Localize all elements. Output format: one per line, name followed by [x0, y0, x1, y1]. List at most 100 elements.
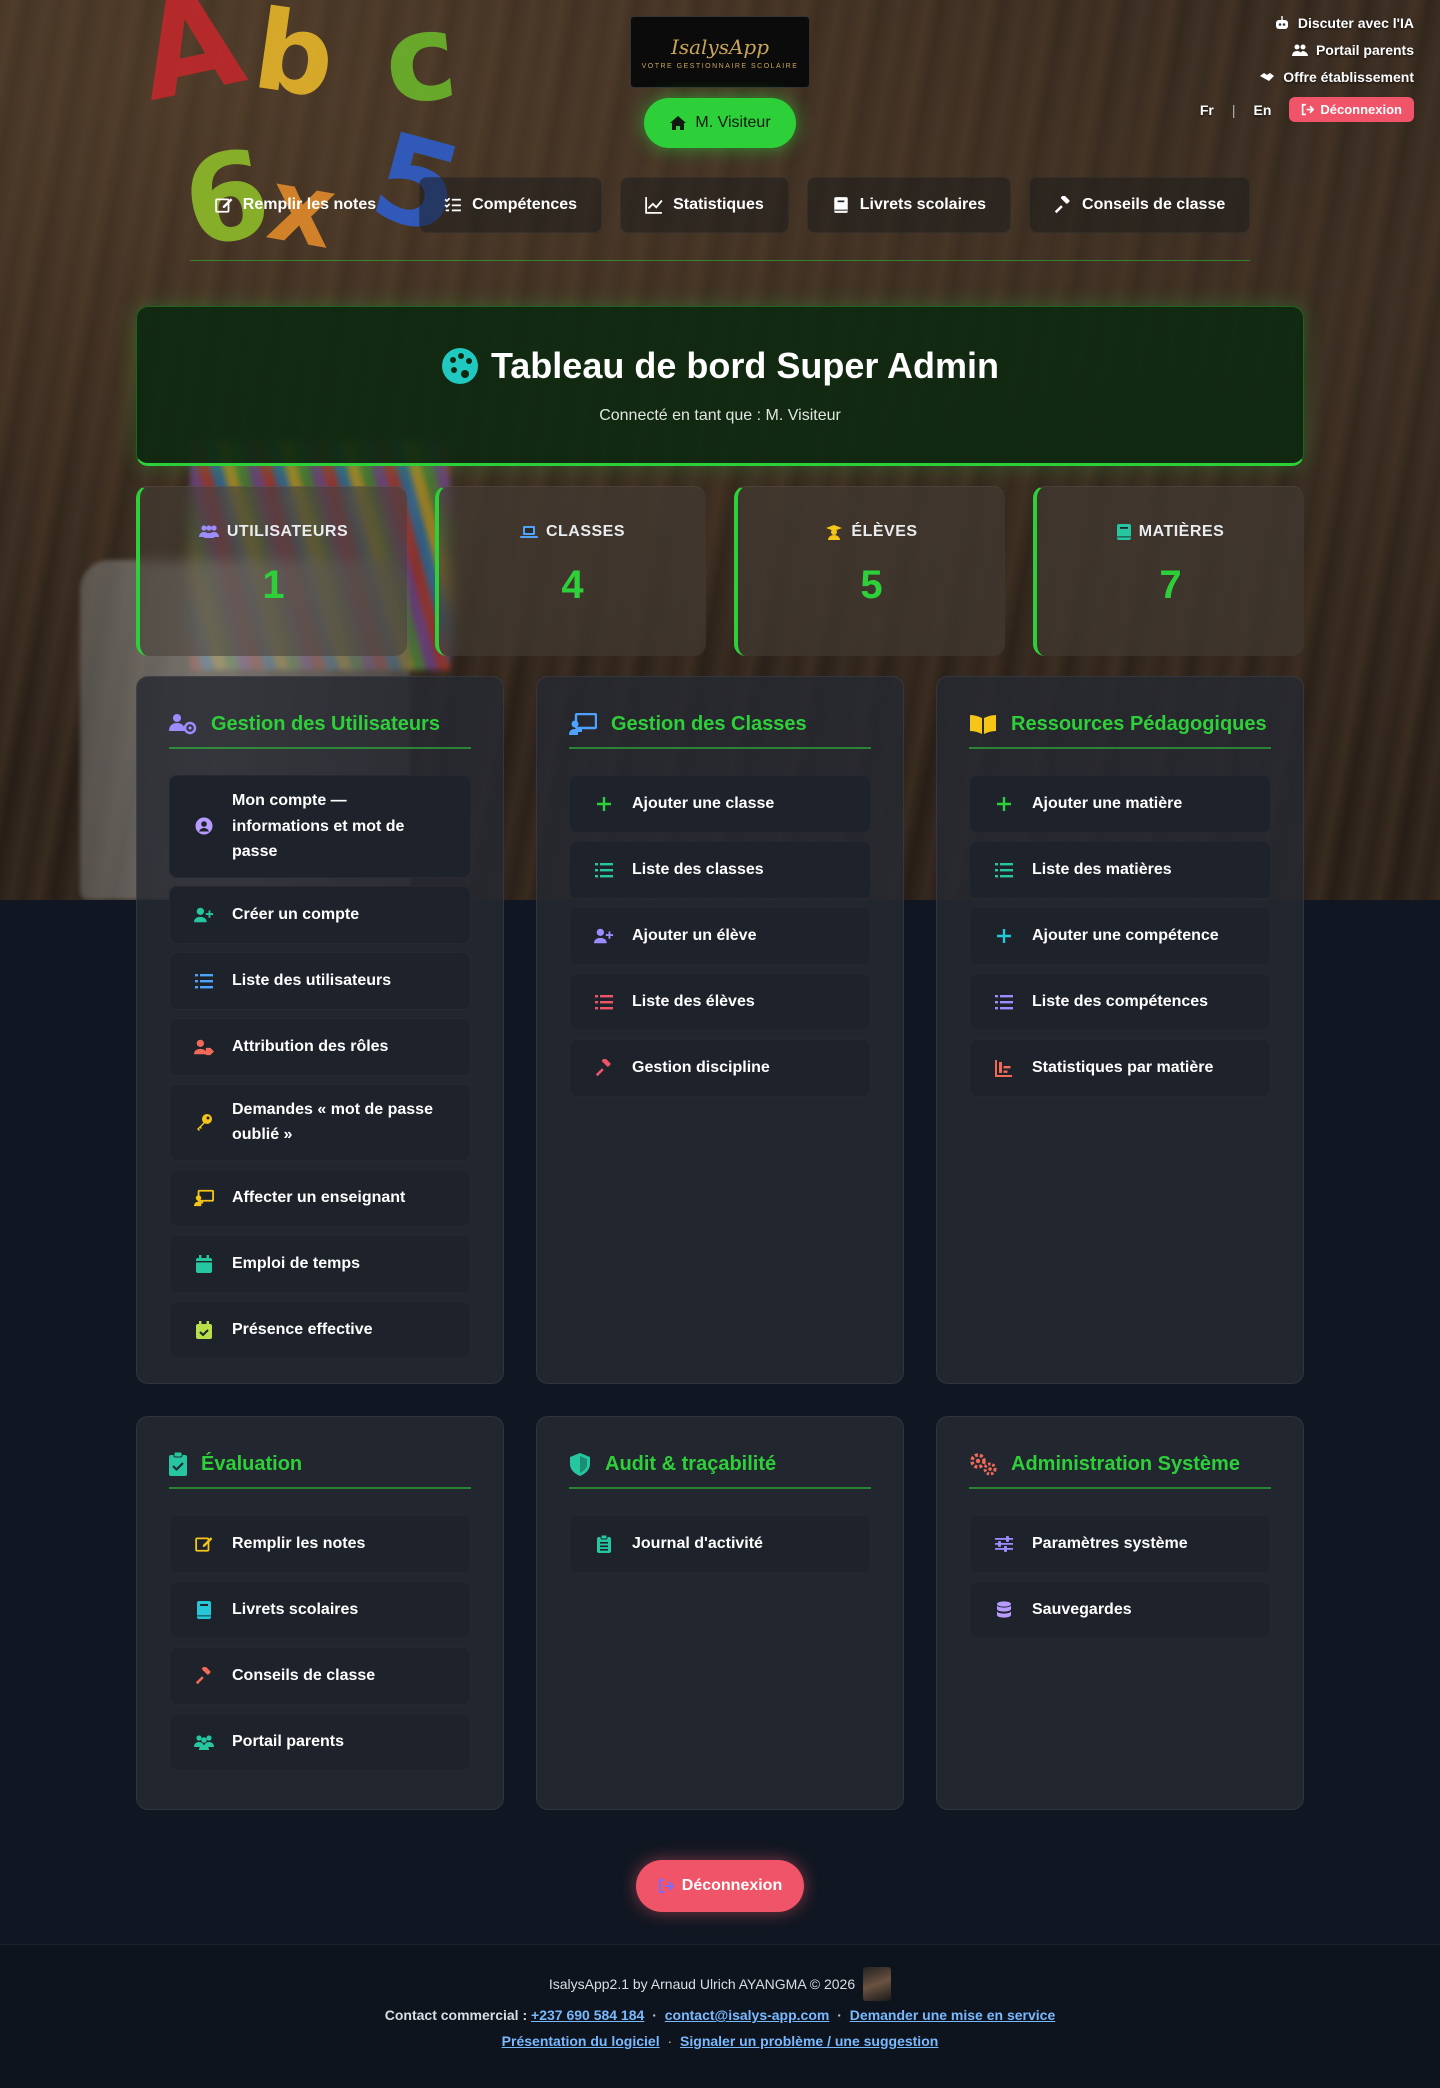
report-issue-link[interactable]: Signaler un problème / une suggestion: [680, 2033, 938, 2049]
item-label: Demandes « mot de passe oublié »: [232, 1100, 433, 1144]
student-icon: [826, 525, 843, 540]
subjects-list-link[interactable]: Liste des matières: [969, 841, 1271, 899]
discipline-link[interactable]: Gestion discipline: [569, 1039, 871, 1097]
panel-header: Ressources Pédagogiques: [969, 709, 1271, 749]
database-icon: [994, 1600, 1014, 1620]
item-label: Ajouter une matière: [1032, 795, 1183, 813]
request-service-link[interactable]: Demander une mise en service: [850, 2007, 1055, 2023]
nav-competences[interactable]: Compétences: [419, 177, 603, 233]
checklist-icon: [444, 197, 462, 212]
nav-statistiques[interactable]: Statistiques: [620, 177, 789, 233]
list-icon: [994, 860, 1014, 880]
item-label: Présence effective: [232, 1321, 373, 1339]
stats-row: UTILISATEURS 1 CLASSES 4 ÉLÈVES 5 MATIÈR…: [136, 486, 1304, 656]
classes-list-link[interactable]: Liste des classes: [569, 841, 871, 899]
nav-label: Remplir les notes: [242, 196, 377, 213]
dashboard-header-card: Tableau de bord Super Admin Connecté en …: [136, 306, 1304, 466]
user-name: M. Visiteur: [695, 114, 771, 131]
item-label: Portail parents: [232, 1733, 345, 1751]
logout-button[interactable]: Déconnexion: [636, 1860, 804, 1912]
item-label: Emploi de temps: [232, 1255, 361, 1273]
panel-users: Gestion des Utilisateurs Mon compte — in…: [136, 676, 504, 1384]
stat-value: 7: [1159, 563, 1182, 607]
school-offer-label: Offre établissement: [1283, 68, 1414, 85]
users-list-link[interactable]: Liste des utilisateurs: [169, 951, 471, 1010]
roles-assignment-link[interactable]: Attribution des rôles: [169, 1017, 471, 1076]
app-logo[interactable]: IsalysApp VOTRE GESTIONNAIRE SCOLAIRE: [630, 16, 810, 88]
nav-remplir-notes[interactable]: Remplir les notes: [190, 177, 401, 233]
book-icon: [834, 197, 848, 213]
password-requests-link[interactable]: Demandes « mot de passe oublié »: [169, 1083, 471, 1161]
attendance-link[interactable]: Présence effective: [169, 1300, 471, 1359]
activity-log-link[interactable]: Journal d'activité: [569, 1515, 871, 1573]
gavel-icon: [1054, 196, 1070, 214]
subject-stats-link[interactable]: Statistiques par matière: [969, 1039, 1271, 1097]
user-home-button[interactable]: M. Visiteur: [644, 98, 796, 148]
fill-grades-link[interactable]: Remplir les notes: [169, 1515, 471, 1573]
nav-conseils[interactable]: Conseils de classe: [1029, 177, 1251, 233]
create-account-link[interactable]: Créer un compte: [169, 885, 471, 944]
stat-value: 5: [860, 563, 883, 607]
parents-portal-link[interactable]: Portail parents: [1291, 39, 1414, 60]
item-label: Ajouter un élève: [632, 927, 757, 945]
item-label: Liste des compétences: [1032, 993, 1209, 1011]
user-tag-icon: [194, 1037, 214, 1057]
language-switcher: Fr | En Déconnexion: [1200, 97, 1414, 122]
item-label: Liste des matières: [1032, 861, 1172, 879]
laptop-icon: [519, 526, 538, 538]
stat-label: CLASSES: [519, 523, 625, 541]
students-list-link[interactable]: Liste des élèves: [569, 973, 871, 1031]
parents-portal-item[interactable]: Portail parents: [169, 1713, 471, 1771]
letter-b-decoration: b: [246, 0, 343, 123]
add-student-link[interactable]: Ajouter un élève: [569, 907, 871, 965]
gavel-icon: [194, 1666, 214, 1686]
plus-icon: [994, 794, 1014, 814]
system-settings-link[interactable]: Paramètres système: [969, 1515, 1271, 1573]
item-label: Créer un compte: [232, 905, 360, 923]
item-label: Statistiques par matière: [1032, 1059, 1214, 1077]
lang-en-link[interactable]: En: [1253, 102, 1271, 118]
item-label: Gestion discipline: [632, 1059, 770, 1077]
timetable-link[interactable]: Emploi de temps: [169, 1234, 471, 1293]
panel-title: Gestion des Classes: [611, 712, 807, 735]
email-link[interactable]: contact@isalys-app.com: [665, 2007, 830, 2023]
panel-audit: Audit & traçabilité Journal d'activité: [536, 1416, 904, 1810]
add-competence-link[interactable]: Ajouter une compétence: [969, 907, 1271, 965]
panel-title: Évaluation: [201, 1452, 303, 1475]
presentation-link[interactable]: Présentation du logiciel: [502, 2033, 660, 2049]
logout-button-top[interactable]: Déconnexion: [1289, 97, 1414, 122]
phone-link[interactable]: +237 690 584 184: [531, 2007, 644, 2023]
add-subject-link[interactable]: Ajouter une matière: [969, 775, 1271, 833]
lang-fr-link[interactable]: Fr: [1200, 102, 1214, 118]
backups-link[interactable]: Sauvegardes: [969, 1581, 1271, 1639]
stat-card-matieres: MATIÈRES 7: [1033, 486, 1304, 656]
gavel-icon: [594, 1058, 614, 1078]
letter-c-decoration: c: [377, 0, 464, 133]
nav-livrets[interactable]: Livrets scolaires: [806, 177, 1012, 233]
panel-evaluation: Évaluation Remplir les notes Livrets sco…: [136, 1416, 504, 1810]
class-councils-link[interactable]: Conseils de classe: [169, 1647, 471, 1705]
item-label: Livrets scolaires: [232, 1601, 359, 1619]
stat-card-classes: CLASSES 4: [435, 486, 706, 656]
panel-header: Gestion des Utilisateurs: [169, 709, 471, 749]
add-class-link[interactable]: Ajouter une classe: [569, 775, 871, 833]
item-label: Affecter un enseignant: [232, 1189, 406, 1207]
panel-header: Audit & traçabilité: [569, 1449, 871, 1489]
stat-card-eleves: ÉLÈVES 5: [734, 486, 1005, 656]
competences-list-link[interactable]: Liste des compétences: [969, 973, 1271, 1031]
home-icon: [670, 116, 687, 130]
my-account-link[interactable]: Mon compte — informations et mot de pass…: [169, 775, 471, 878]
stat-label: ÉLÈVES: [825, 523, 917, 541]
list-icon: [594, 992, 614, 1012]
school-offer-link[interactable]: Offre établissement: [1259, 66, 1414, 87]
shield-icon: [570, 1453, 590, 1476]
panel-resources: Ressources Pédagogiques Ajouter une mati…: [936, 676, 1304, 1384]
author-avatar: [863, 1967, 892, 2001]
report-books-link[interactable]: Livrets scolaires: [169, 1581, 471, 1639]
stat-label: UTILISATEURS: [198, 523, 348, 541]
cogs-icon: [970, 1453, 997, 1476]
chat-ai-link[interactable]: Discuter avec l'IA: [1274, 12, 1414, 33]
assign-teacher-link[interactable]: Affecter un enseignant: [169, 1168, 471, 1227]
list-icon: [994, 992, 1014, 1012]
book-icon: [1116, 524, 1131, 540]
